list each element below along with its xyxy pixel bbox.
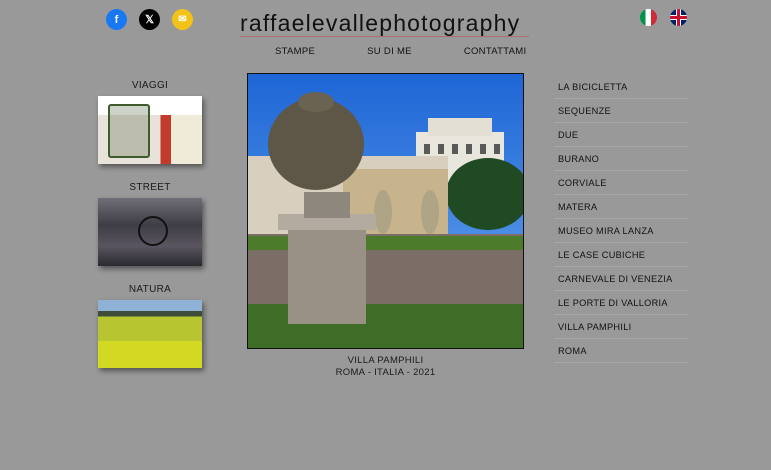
nav-su-di-me[interactable]: SU DI ME — [367, 46, 412, 57]
caption-title: VILLA PAMPHILI — [347, 355, 424, 366]
series-item[interactable]: ROMA — [554, 339, 688, 363]
series-list: LA BICICLETTA SEQUENZE DUE BURANO CORVIA… — [554, 75, 688, 363]
nav-contattami[interactable]: CONTATTAMI — [464, 46, 527, 57]
category-thumbnail[interactable] — [98, 96, 202, 164]
top-nav: STAMPE SU DI ME CONTATTAMI — [275, 46, 578, 57]
series-item[interactable]: LE CASE CUBICHE — [554, 243, 688, 267]
english-flag-icon[interactable] — [670, 9, 687, 26]
logo-underline — [240, 36, 529, 37]
series-item[interactable]: MUSEO MIRA LANZA — [554, 219, 688, 243]
category-viaggi[interactable]: VIAGGI — [98, 80, 202, 164]
site-logo[interactable]: raffaelevallephotography — [240, 10, 520, 37]
category-thumbnail[interactable] — [98, 198, 202, 266]
featured-photo[interactable] — [247, 73, 524, 349]
series-item[interactable]: CARNEVALE DI VENEZIA — [554, 267, 688, 291]
caption-subtitle: ROMA - ITALIA - 2021 — [335, 367, 436, 378]
series-item[interactable]: DUE — [554, 123, 688, 147]
category-thumbnail[interactable] — [98, 300, 202, 368]
facebook-icon[interactable]: f — [106, 9, 127, 30]
series-item[interactable]: VILLA PAMPHILI — [554, 315, 688, 339]
category-label: VIAGGI — [131, 80, 169, 91]
language-switcher — [640, 9, 687, 26]
nav-stampe[interactable]: STAMPE — [275, 46, 315, 57]
social-links: f 𝕏 ✉ — [106, 9, 193, 30]
series-item[interactable]: MATERA — [554, 195, 688, 219]
series-item[interactable]: CORVIALE — [554, 171, 688, 195]
category-street[interactable]: STREET — [98, 182, 202, 266]
italian-flag-icon[interactable] — [640, 9, 657, 26]
mail-icon[interactable]: ✉ — [172, 9, 193, 30]
category-natura[interactable]: NATURA — [98, 284, 202, 368]
category-label: STREET — [129, 182, 171, 193]
x-icon[interactable]: 𝕏 — [139, 9, 160, 30]
series-item[interactable]: LA BICICLETTA — [554, 75, 688, 99]
series-item[interactable]: SEQUENZE — [554, 99, 688, 123]
photo-caption: VILLA PAMPHILI ROMA - ITALIA - 2021 — [247, 355, 524, 379]
series-item[interactable]: BURANO — [554, 147, 688, 171]
category-label: NATURA — [128, 284, 172, 295]
series-item[interactable]: LE PORTE DI VALLORIA — [554, 291, 688, 315]
